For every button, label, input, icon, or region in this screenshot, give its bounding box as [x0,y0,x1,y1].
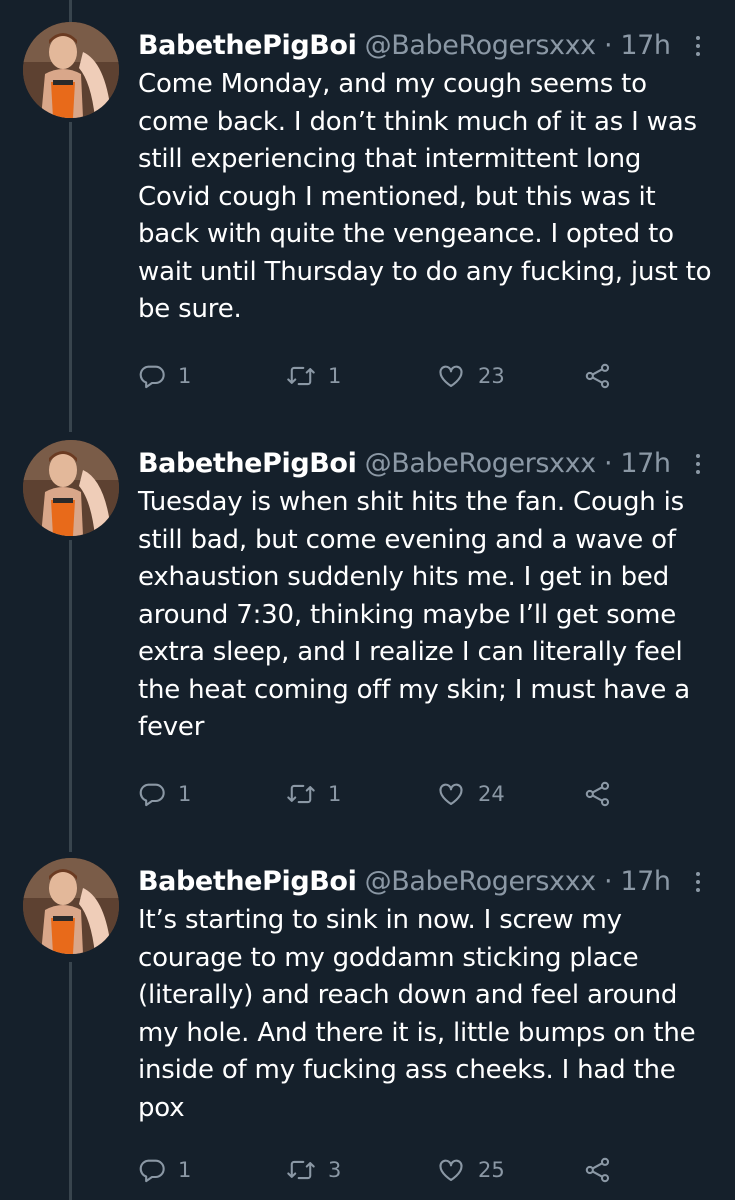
reply-icon [139,365,165,389]
tweet[interactable]: BabethePigBoi @BabeRogersxxx · 17h Tuesd… [0,434,735,834]
avatar[interactable] [23,858,119,954]
share-button[interactable] [583,1152,613,1188]
retweet-button[interactable]: 1 [286,358,341,394]
author-handle[interactable]: @BabeRogersxxx [365,866,597,897]
like-icon [439,365,463,387]
share-icon [585,1157,610,1183]
reply-count: 1 [178,1158,192,1182]
retweet-button[interactable]: 3 [286,1152,341,1188]
reply-count: 1 [178,782,192,806]
tweet-text: Come Monday, and my cough seems to come … [138,69,712,324]
separator-dot: · [603,448,613,479]
tweet-header: BabethePigBoi @BabeRogersxxx · 17h [138,28,671,64]
like-icon [439,783,463,805]
reply-icon [139,783,165,807]
separator-dot: · [603,866,613,897]
tweet-actions: 1 1 24 [138,776,638,812]
like-count: 25 [478,1158,505,1182]
retweet-icon [287,1160,315,1180]
avatar[interactable] [23,22,119,118]
share-button[interactable] [583,776,613,812]
retweet-button[interactable]: 1 [286,776,341,812]
reply-button[interactable]: 1 [138,1152,191,1188]
tweet-text: Tuesday is when shit hits the fan. Cough… [138,487,690,742]
tweet-text: It’s starting to sink in now. I screw my… [138,905,696,1123]
author-handle[interactable]: @BabeRogersxxx [365,30,597,61]
more-options-icon[interactable] [692,872,704,898]
share-icon [585,781,610,807]
separator-dot: · [603,30,613,61]
like-icon [439,1159,463,1181]
retweet-icon [287,784,315,804]
author-name[interactable]: BabethePigBoi [138,30,357,61]
tweet-actions: 1 3 25 [138,1152,638,1188]
tweet-header: BabethePigBoi @BabeRogersxxx · 17h [138,864,671,900]
more-options-icon[interactable] [692,36,704,62]
reply-count: 1 [178,364,192,388]
more-options-icon[interactable] [692,454,704,480]
share-button[interactable] [583,358,613,394]
tweet[interactable]: BabethePigBoi @BabeRogersxxx · 17h It’s … [0,852,735,1200]
author-handle[interactable]: @BabeRogersxxx [365,448,597,479]
like-button[interactable]: 24 [436,776,505,812]
timestamp[interactable]: 17h [620,866,671,897]
reply-icon [139,1159,165,1183]
retweet-count: 3 [328,1158,342,1182]
author-name[interactable]: BabethePigBoi [138,866,357,897]
reply-button[interactable]: 1 [138,358,191,394]
timestamp[interactable]: 17h [620,30,671,61]
retweet-count: 1 [328,782,342,806]
share-icon [585,363,610,389]
like-count: 23 [478,364,505,388]
tweet[interactable]: BabethePigBoi @BabeRogersxxx · 17h Come … [0,16,735,416]
author-name[interactable]: BabethePigBoi [138,448,357,479]
reply-button[interactable]: 1 [138,776,191,812]
like-count: 24 [478,782,505,806]
avatar[interactable] [23,440,119,536]
retweet-count: 1 [328,364,342,388]
like-button[interactable]: 23 [436,358,505,394]
tweet-actions: 1 1 23 [138,358,638,394]
timestamp[interactable]: 17h [620,448,671,479]
like-button[interactable]: 25 [436,1152,505,1188]
tweet-header: BabethePigBoi @BabeRogersxxx · 17h [138,446,671,482]
retweet-icon [287,366,315,386]
